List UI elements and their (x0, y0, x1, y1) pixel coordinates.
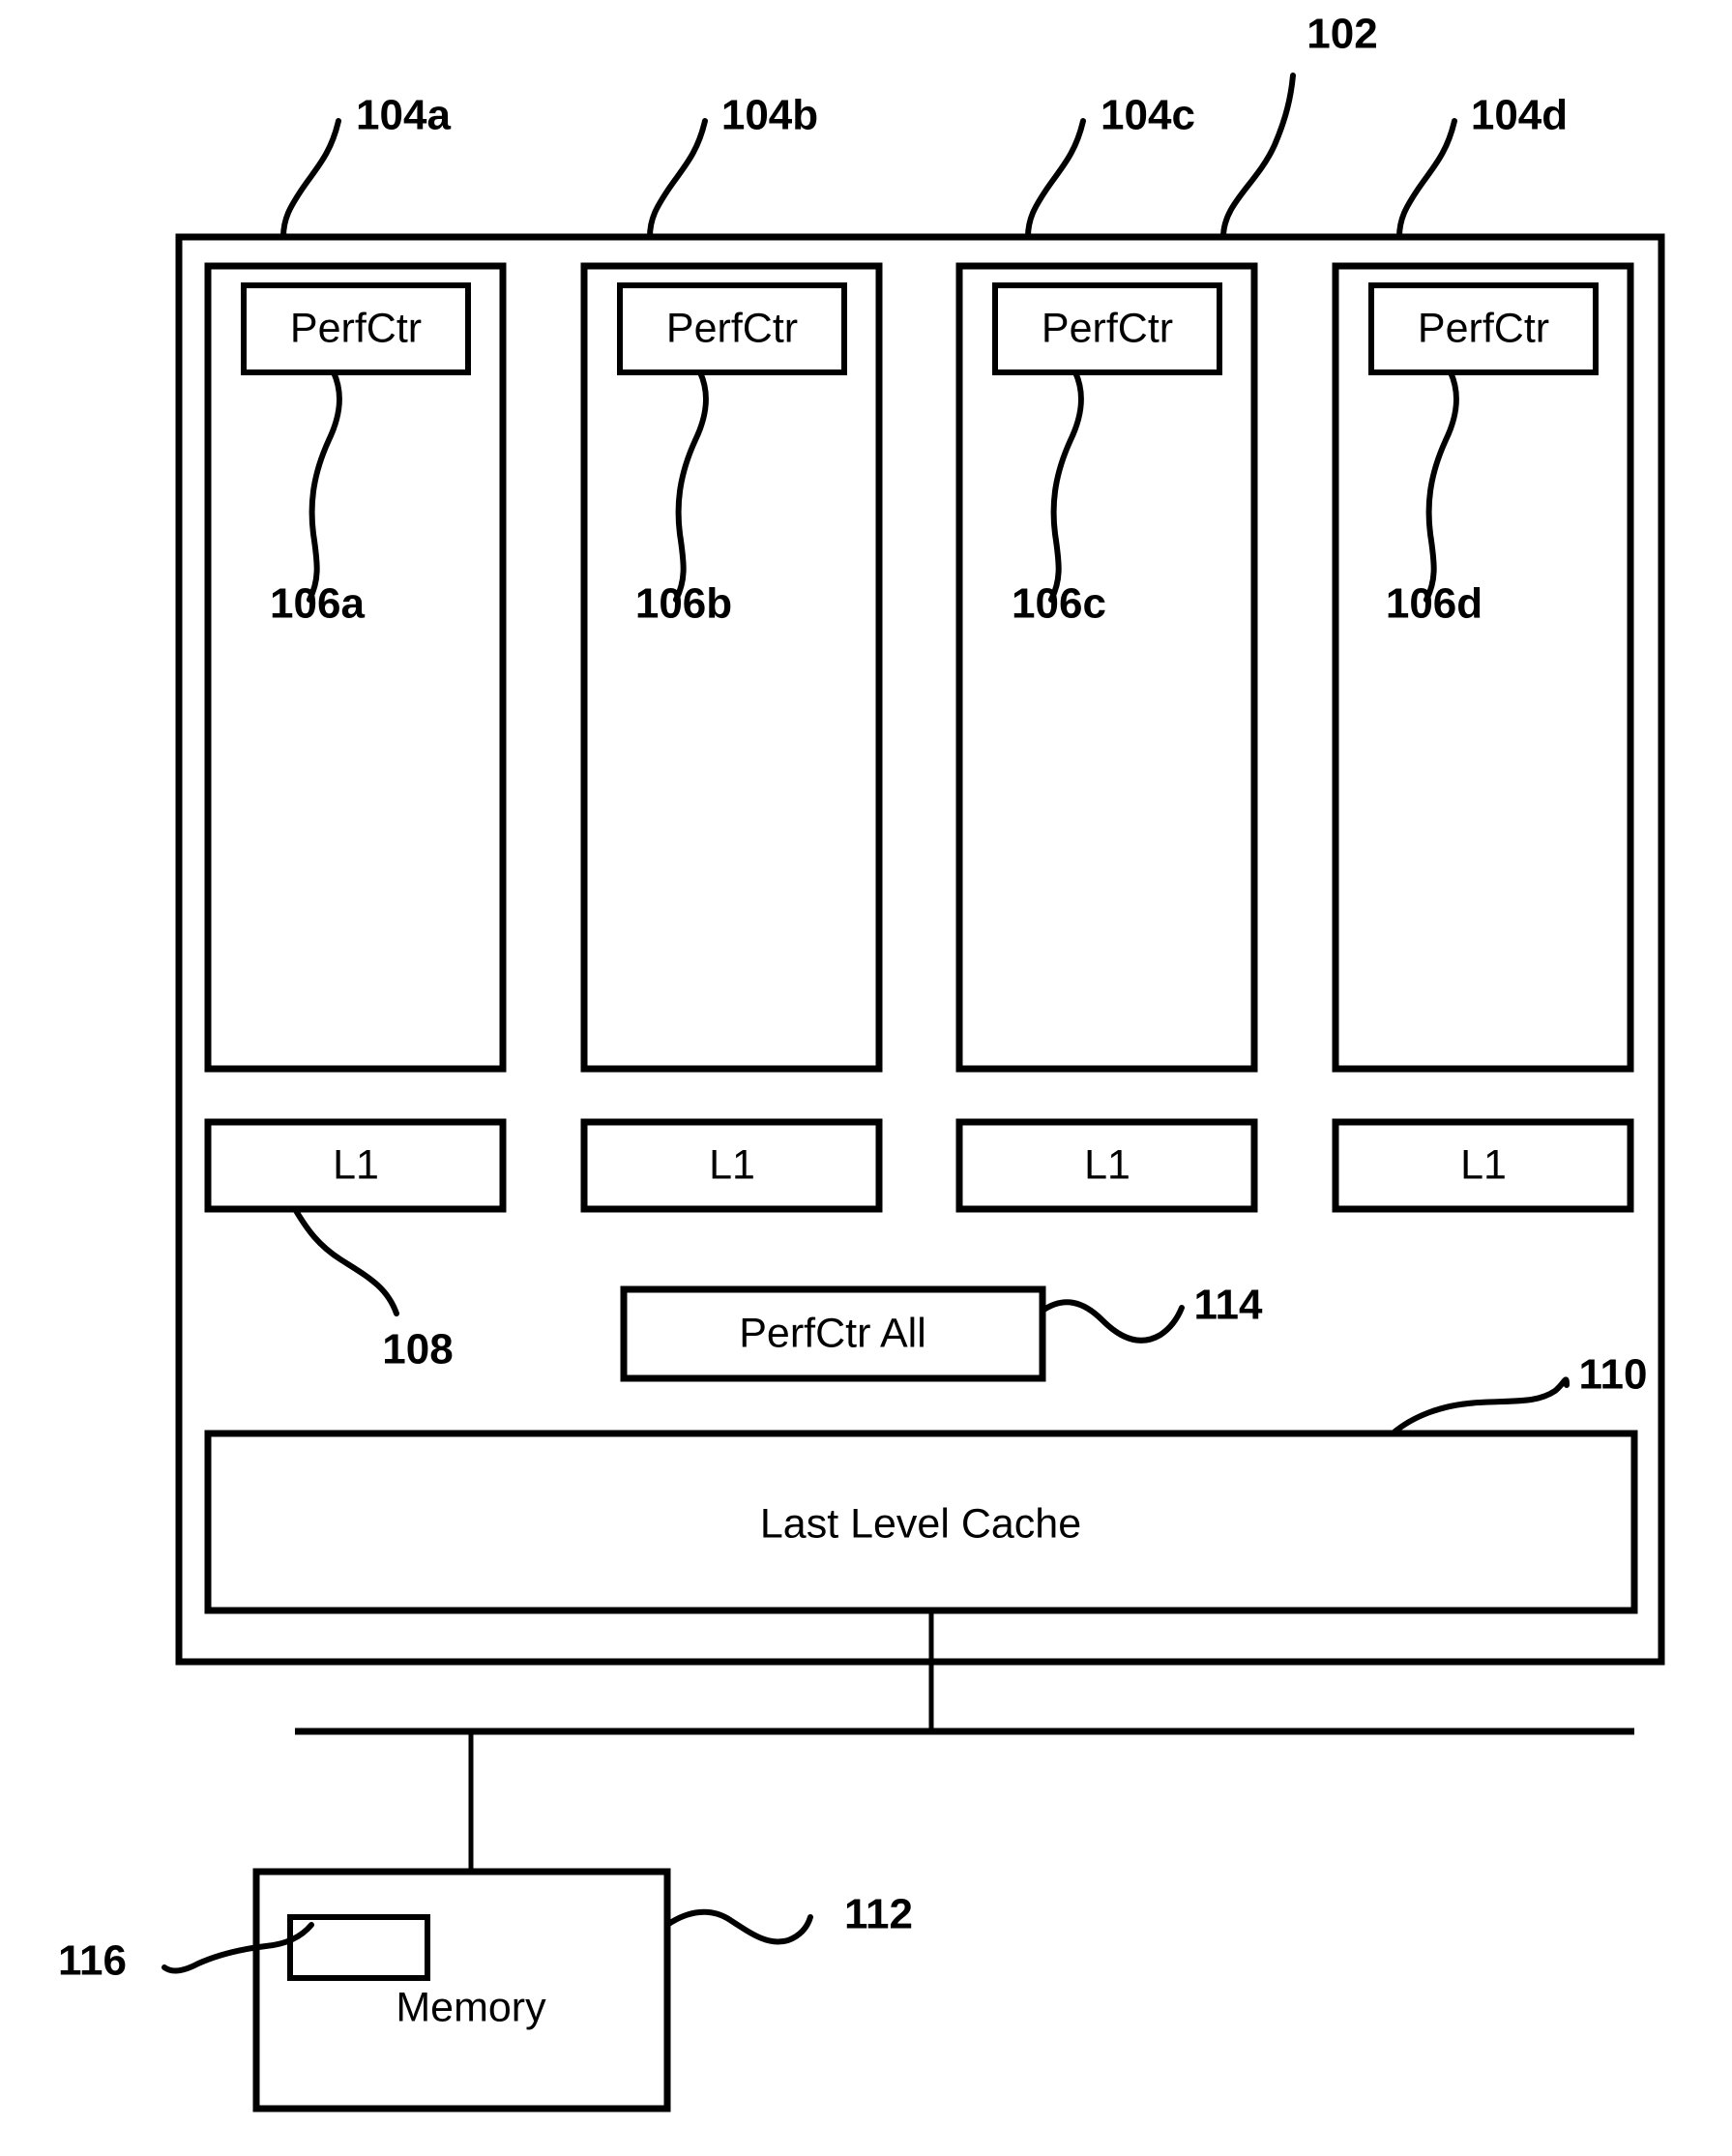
core-box-4 (1332, 262, 1634, 1073)
ref-numeral-104b: 104b (721, 92, 818, 139)
l1-label-4: L1 (1460, 1141, 1507, 1188)
leader-line-106d (1424, 369, 1459, 603)
leader-line-114 (1040, 1299, 1185, 1344)
ref-numeral-114: 114 (1194, 1282, 1264, 1329)
ref-numeral-116: 116 (58, 1937, 127, 1985)
ref-numeral-104d: 104d (1471, 92, 1568, 139)
perfctr-label-2: PerfCtr (666, 305, 798, 351)
ref-numeral-108: 108 (382, 1326, 453, 1373)
ref-numeral-106c: 106c (1012, 580, 1106, 628)
leader-line-104c (1025, 118, 1086, 240)
last-level-cache-label: Last Level Cache (760, 1500, 1081, 1547)
patent-figure: PerfCtr PerfCtr PerfCtr PerfCtr L1 L1 L1… (0, 0, 1732, 2156)
perfctr-label-3: PerfCtr (1042, 305, 1173, 351)
ref-numeral-104a: 104a (356, 92, 451, 139)
ref-numeral-110: 110 (1579, 1351, 1648, 1399)
perfctr-all-label: PerfCtr All (739, 1310, 926, 1356)
ref-numeral-104c: 104c (1101, 92, 1195, 139)
ref-numeral-106d: 106d (1386, 580, 1482, 628)
memory-label: Memory (396, 1984, 546, 2030)
leader-line-112 (664, 1908, 813, 1945)
leader-line-108 (292, 1206, 399, 1316)
ref-numeral-102: 102 (1306, 11, 1377, 58)
ref-numeral-112: 112 (844, 1891, 913, 1938)
l1-label-2: L1 (709, 1141, 755, 1188)
perfctr-label-4: PerfCtr (1418, 305, 1549, 351)
leader-line-106b (673, 369, 709, 603)
leader-line-104d (1396, 118, 1457, 240)
l1-label-1: L1 (333, 1141, 379, 1188)
core-box-1 (204, 262, 507, 1073)
ref-numeral-106a: 106a (270, 580, 365, 628)
leader-line-106c (1048, 369, 1084, 603)
ref-numeral-106b: 106b (635, 580, 732, 628)
diagram-canvas: PerfCtr PerfCtr PerfCtr PerfCtr L1 L1 L1… (58, 11, 1665, 2112)
perfctr-label-1: PerfCtr (290, 305, 422, 351)
core-box-3 (955, 262, 1258, 1073)
leader-line-106a (307, 369, 342, 603)
leader-line-102 (1220, 73, 1296, 240)
leader-line-104b (647, 118, 708, 240)
l1-label-3: L1 (1084, 1141, 1130, 1188)
leader-line-110 (1390, 1376, 1570, 1436)
core-box-2 (580, 262, 883, 1073)
leader-line-104a (280, 118, 341, 240)
